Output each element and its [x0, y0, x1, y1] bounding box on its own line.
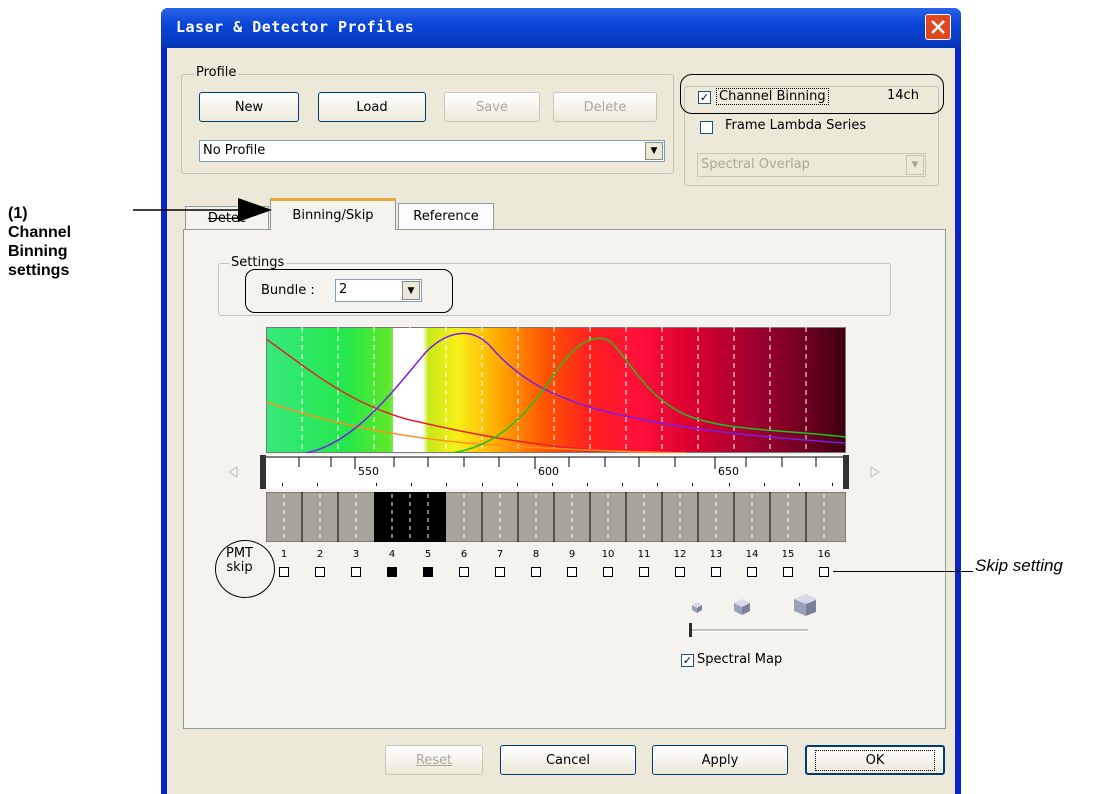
bundle-select-value: 2	[339, 282, 348, 297]
small-cube-icon	[692, 602, 702, 613]
channel-number: 10	[601, 549, 615, 560]
pmt-skip-checkbox-11[interactable]	[639, 567, 649, 577]
frame-lambda-label: Frame Lambda Series	[725, 118, 867, 133]
close-button[interactable]	[925, 14, 951, 40]
delete-button[interactable]: Delete	[553, 92, 657, 122]
channel-number: 6	[460, 549, 468, 560]
channel-number: 13	[709, 549, 723, 560]
channel-number: 5	[424, 549, 432, 560]
zoom-controls	[689, 594, 816, 637]
close-icon	[931, 20, 945, 34]
spectral-map-label: Spectral Map	[697, 652, 783, 667]
profile-group-label: Profile	[194, 65, 239, 80]
pmt-skip-checkbox-6[interactable]	[459, 567, 469, 577]
ruler-label-650: 650	[718, 465, 739, 478]
channel-number: 16	[817, 549, 831, 560]
channel-number: 1	[280, 549, 288, 560]
pmt-skip-checkbox-16[interactable]	[819, 567, 829, 577]
annotation-arrow	[133, 198, 272, 222]
zoom-slider-thumb	[689, 623, 692, 637]
frame-lambda-checkbox[interactable]	[700, 121, 713, 134]
settings-group-label: Settings	[229, 255, 287, 270]
pmt-skip-checkbox-7[interactable]	[495, 567, 505, 577]
pmt-skip-checkbox-3[interactable]	[351, 567, 361, 577]
channel-bar	[266, 492, 846, 542]
tab-binning-skip[interactable]: Binning/Skip	[270, 198, 396, 230]
channel-binning-label: Channel Binning	[716, 88, 829, 105]
channel-number: 11	[637, 549, 651, 560]
pmt-skip-checkbox-9[interactable]	[567, 567, 577, 577]
channel-number: 7	[496, 549, 504, 560]
new-button[interactable]: New	[199, 92, 299, 122]
bundle-label: Bundle :	[261, 283, 315, 298]
profile-select[interactable]: No Profile ▼	[199, 140, 665, 162]
spectral-mode-value: Spectral Overlap	[701, 157, 810, 172]
annotation-channel-binning: (1) Channel Binning settings	[8, 205, 72, 279]
profile-select-value: No Profile	[203, 143, 266, 158]
load-button[interactable]: Load	[318, 92, 426, 122]
channel-binning-checkbox[interactable]: ✓	[698, 91, 711, 104]
channel-number: 9	[568, 549, 576, 560]
pmt-skip-checkbox-5[interactable]	[423, 567, 433, 577]
chevron-down-icon: ▼	[645, 142, 663, 160]
channel-number: 15	[781, 549, 795, 560]
pmt-skip-checkbox-13[interactable]	[711, 567, 721, 577]
annotation-skip-setting: Skip setting	[975, 556, 1063, 575]
cancel-button[interactable]: Cancel	[500, 745, 636, 775]
channel-binning-value: 14ch	[887, 88, 919, 103]
spectral-map-checkbox[interactable]: ✓	[681, 654, 694, 667]
pmt-skip-label: PMT skip	[226, 546, 253, 575]
pmt-skip-checkbox-14[interactable]	[747, 567, 757, 577]
skip-setting-pointer	[833, 571, 973, 572]
ruler-label-550: 550	[358, 465, 379, 478]
pmt-skip-checkbox-2[interactable]	[315, 567, 325, 577]
apply-button[interactable]: Apply	[652, 745, 788, 775]
channel-number: 3	[352, 549, 360, 560]
channel-number: 14	[745, 549, 759, 560]
chevron-down-icon: ▼	[402, 281, 420, 300]
channel-number: 2	[316, 549, 324, 560]
pmt-skip-checkbox-8[interactable]	[531, 567, 541, 577]
spectral-mode-select[interactable]: Spectral Overlap ▼	[697, 153, 926, 177]
large-cube-icon	[794, 594, 816, 616]
medium-cube-icon	[734, 599, 750, 615]
bundle-select[interactable]: 2 ▼	[335, 279, 422, 302]
pmt-skip-checkbox-12[interactable]	[675, 567, 685, 577]
channel-number: 12	[673, 549, 687, 560]
window-title: Laser & Detector Profiles	[176, 18, 415, 36]
pmt-skip-checkbox-1[interactable]	[279, 567, 289, 577]
channel-number: 8	[532, 549, 540, 560]
tab-reference[interactable]: Reference	[398, 203, 494, 229]
chevron-down-icon: ▼	[906, 155, 924, 175]
ok-button[interactable]: OK	[805, 745, 945, 775]
spectrum-plot	[266, 327, 846, 453]
reset-button[interactable]: Reset	[385, 745, 483, 775]
pmt-skip-checkbox-4[interactable]	[387, 567, 397, 577]
channel-number: 4	[388, 549, 396, 560]
pmt-skip-checkbox-15[interactable]	[783, 567, 793, 577]
pmt-skip-checkbox-10[interactable]	[603, 567, 613, 577]
save-button[interactable]: Save	[444, 92, 540, 122]
ruler-label-600: 600	[538, 465, 559, 478]
